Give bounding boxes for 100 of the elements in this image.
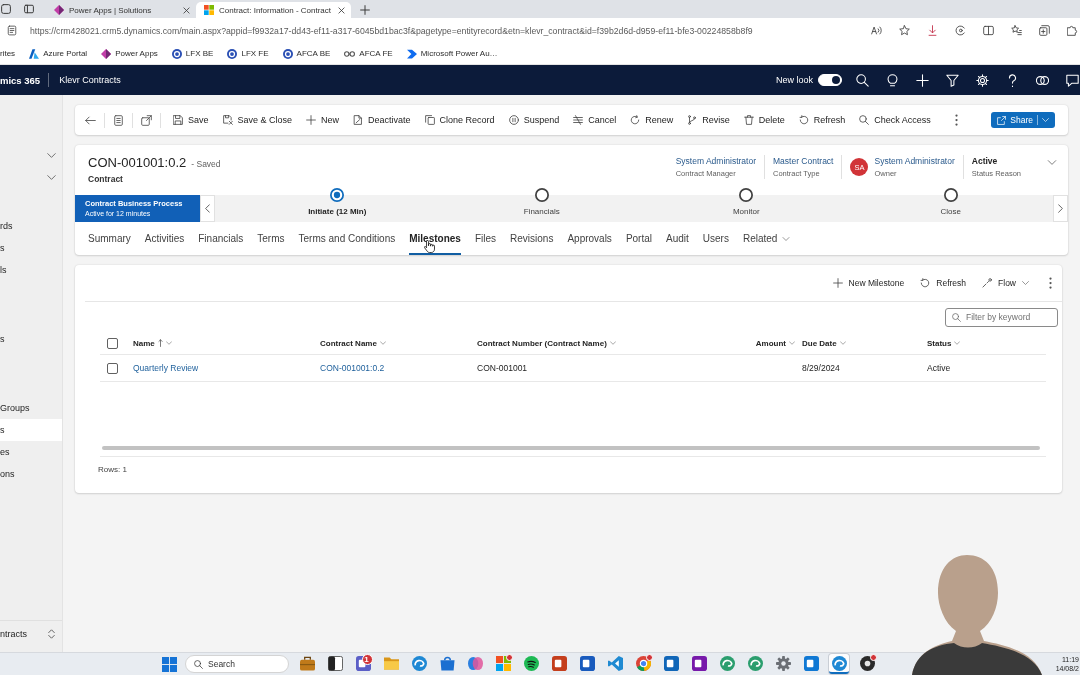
- bookmark-link[interactable]: rites: [0, 49, 16, 58]
- header-field-link[interactable]: Master Contract: [773, 156, 834, 166]
- form-tab[interactable]: Related: [742, 222, 791, 255]
- chevron-down-icon[interactable]: [47, 174, 56, 180]
- deactivate-button[interactable]: Deactivate: [349, 109, 415, 131]
- sidebar-item[interactable]: rds: [0, 215, 62, 237]
- save-and-close-button[interactable]: Save & Close: [218, 109, 297, 131]
- sidebar-item[interactable]: s: [0, 419, 62, 441]
- revise-button[interactable]: Revise: [683, 109, 734, 131]
- process-stage[interactable]: Financials: [439, 188, 644, 222]
- start-icon[interactable]: [162, 656, 177, 672]
- settings-icon[interactable]: [976, 73, 989, 87]
- star-icon[interactable]: [899, 25, 910, 36]
- download-arrow-icon[interactable]: [927, 25, 938, 36]
- process-stage[interactable]: Close: [848, 188, 1053, 222]
- filter-field[interactable]: Filter by keyword: [945, 307, 1058, 327]
- taskbar-app-button[interactable]: [297, 654, 317, 674]
- renew-button[interactable]: Renew: [626, 109, 678, 131]
- save-button[interactable]: Save: [169, 109, 213, 131]
- horizontal-scrollbar[interactable]: [102, 446, 1040, 450]
- form-tab[interactable]: Users: [702, 222, 729, 255]
- bookmark-link[interactable]: AFCA BE: [282, 48, 331, 59]
- app-name[interactable]: Klevr Contracts: [59, 75, 121, 85]
- help-icon[interactable]: [1006, 73, 1019, 87]
- delete-button[interactable]: Delete: [739, 109, 789, 131]
- form-tab[interactable]: Portal: [625, 222, 652, 255]
- flow-button[interactable]: Flow: [982, 278, 1029, 288]
- clone-record-button[interactable]: Clone Record: [420, 109, 499, 131]
- open-in-window-icon[interactable]: [141, 114, 152, 126]
- bookmark-link[interactable]: AFCA FE: [344, 49, 393, 58]
- sidebar-item[interactable]: Groups: [0, 397, 62, 419]
- form-tab[interactable]: Files: [474, 222, 497, 255]
- vertical-tabs-icon[interactable]: [24, 4, 34, 14]
- cancel-button[interactable]: Cancel: [569, 109, 621, 131]
- column-header[interactable]: Due Date: [802, 338, 846, 348]
- sidebar-item[interactable]: es: [0, 441, 62, 463]
- chevron-down-icon[interactable]: [47, 152, 56, 158]
- bookmark-link[interactable]: LFX BE: [171, 48, 214, 59]
- sidebar-item[interactable]: ls: [0, 259, 62, 281]
- table-link[interactable]: CON-001001:0.2: [320, 363, 385, 373]
- rounded-square-icon[interactable]: [1, 4, 11, 14]
- column-header[interactable]: Status: [927, 338, 961, 348]
- taskbar-app-button[interactable]: [521, 654, 541, 674]
- arc-icon[interactable]: [955, 25, 966, 36]
- owner-link[interactable]: System Administrator: [874, 156, 955, 166]
- page-icon[interactable]: [7, 25, 17, 36]
- read-aloud-icon[interactable]: [871, 25, 882, 36]
- overlapping-circles-icon[interactable]: [1036, 73, 1049, 87]
- column-header[interactable]: Contract Name: [320, 338, 386, 348]
- more-icon[interactable]: [1049, 277, 1052, 289]
- browser-tab[interactable]: Contract: Information - Contract: [196, 2, 351, 18]
- close-icon[interactable]: [338, 6, 345, 14]
- area-switcher[interactable]: ntracts: [0, 620, 62, 646]
- taskbar-app-button[interactable]: 1: [353, 654, 373, 674]
- bookmark-link[interactable]: LFX FE: [227, 48, 269, 59]
- filter-icon[interactable]: [946, 73, 959, 87]
- new-milestone-button[interactable]: New Milestone: [832, 278, 905, 288]
- column-header[interactable]: Amount: [755, 338, 795, 348]
- form-icon[interactable]: [113, 114, 124, 126]
- sidebar-item[interactable]: ons: [0, 463, 62, 485]
- column-header[interactable]: Contract Number (Contract Name): [477, 338, 616, 348]
- sidebar-item[interactable]: s: [0, 328, 62, 350]
- taskbar-app-button[interactable]: [857, 654, 877, 674]
- suspend-button[interactable]: Suspend: [504, 109, 564, 131]
- header-field-link[interactable]: System Administrator: [675, 156, 756, 166]
- refresh-button[interactable]: Refresh: [794, 109, 850, 131]
- lightbulb-icon[interactable]: [886, 73, 899, 87]
- form-tab[interactable]: Audit: [666, 222, 689, 255]
- favorites-icon[interactable]: [1011, 25, 1022, 36]
- refresh-button[interactable]: Refresh: [920, 278, 967, 288]
- form-tab[interactable]: Financials: [198, 222, 244, 255]
- browser-tab[interactable]: Power Apps | Solutions: [46, 2, 196, 18]
- process-stage[interactable]: Initiate (12 Min): [235, 188, 440, 222]
- form-tab[interactable]: Revisions: [510, 222, 554, 255]
- process-stage[interactable]: Monitor: [644, 188, 849, 222]
- new-button[interactable]: New: [302, 109, 344, 131]
- sidebar-item[interactable]: s: [0, 237, 62, 259]
- taskbar-search-field[interactable]: Search: [185, 655, 289, 673]
- puzzle-piece-icon[interactable]: [1067, 25, 1078, 36]
- collections-icon[interactable]: [1039, 25, 1050, 36]
- taskbar-app-button[interactable]: [325, 654, 345, 674]
- table-link[interactable]: Quarterly Review: [133, 363, 199, 373]
- split-screen-icon[interactable]: [983, 25, 994, 36]
- column-header[interactable]: Name: [133, 338, 172, 348]
- bookmark-link[interactable]: Microsoft Power Au…: [406, 48, 498, 59]
- check-access-button[interactable]: Check Access: [855, 109, 935, 131]
- form-tab[interactable]: Summary: [88, 222, 131, 255]
- back-icon[interactable]: [85, 114, 96, 126]
- more-icon[interactable]: [954, 114, 958, 126]
- chat-bubble-icon[interactable]: [1066, 73, 1079, 87]
- bookmark-link[interactable]: Power Apps: [101, 48, 158, 59]
- form-tab[interactable]: Terms and Conditions: [298, 222, 396, 255]
- search-icon[interactable]: [856, 73, 869, 87]
- share-button[interactable]: Share: [991, 112, 1055, 128]
- row-checkbox[interactable]: [107, 362, 118, 374]
- new-look-toggle[interactable]: [818, 74, 842, 86]
- close-icon[interactable]: [183, 6, 190, 14]
- form-tab[interactable]: Activities: [144, 222, 185, 255]
- form-tab[interactable]: Approvals: [567, 222, 612, 255]
- form-tab[interactable]: Terms: [257, 222, 285, 255]
